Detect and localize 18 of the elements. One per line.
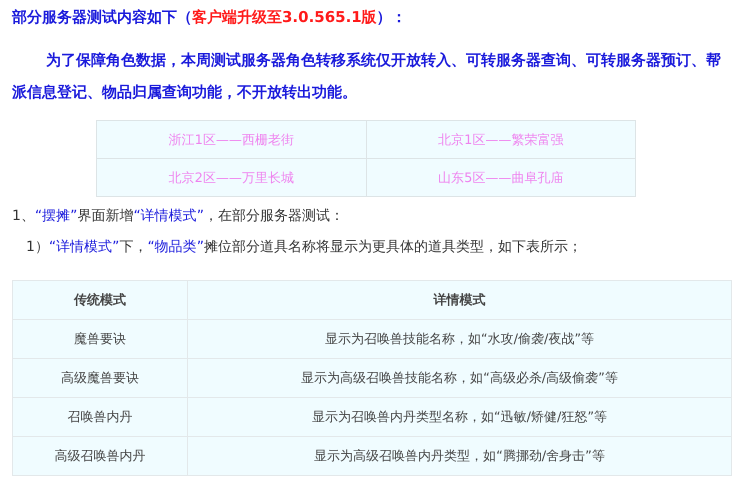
table-cell: 高级召唤兽内丹 <box>12 436 188 476</box>
intro-paragraph: 为了保障角色数据，本周测试服务器角色转移系统仅开放转入、可转服务器查询、可转服务器预订、帮派信息登记、物品归属查询功能，不开放转出功能。 <box>12 50 722 103</box>
table-cell: 召唤兽内丹 <box>12 398 188 436</box>
server-cell: 浙江1区——西栅老街 <box>96 120 366 158</box>
note-line: 1、“摆摊”界面新增“详情模式”，在部分服务器测试： <box>12 207 345 226</box>
table-cell: 高级魔兽要诀 <box>12 358 188 398</box>
server-cell: 山东5区——曲阜孔庙 <box>366 158 636 196</box>
table-cell: 魔兽要诀 <box>12 320 188 358</box>
column-header: 详情模式 <box>188 280 732 320</box>
server-cell: 北京2区——万里长城 <box>96 158 366 196</box>
table-cell: 显示为召唤兽内丹类型名称，如“迅敏/矫健/狂怒”等 <box>188 398 732 436</box>
server-cell: 北京1区——繁荣富强 <box>366 120 636 158</box>
table-cell: 显示为高级召唤兽技能名称，如“高级必杀/高级偷袭”等 <box>188 358 732 398</box>
section-heading: 部分服务器测试内容如下（客户端升级至3.0.565.1版）： <box>12 7 407 28</box>
column-header: 传统模式 <box>12 280 188 320</box>
table-cell: 显示为召唤兽技能名称，如“水攻/偷袭/夜战”等 <box>188 320 732 358</box>
table-cell: 显示为高级召唤兽内丹类型，如“腾挪劲/舍身击”等 <box>188 436 732 476</box>
note-line: 1）“详情模式”下，“物品类”摊位部分道具名称将显示为更具体的道具类型，如下表所示； <box>25 238 583 257</box>
